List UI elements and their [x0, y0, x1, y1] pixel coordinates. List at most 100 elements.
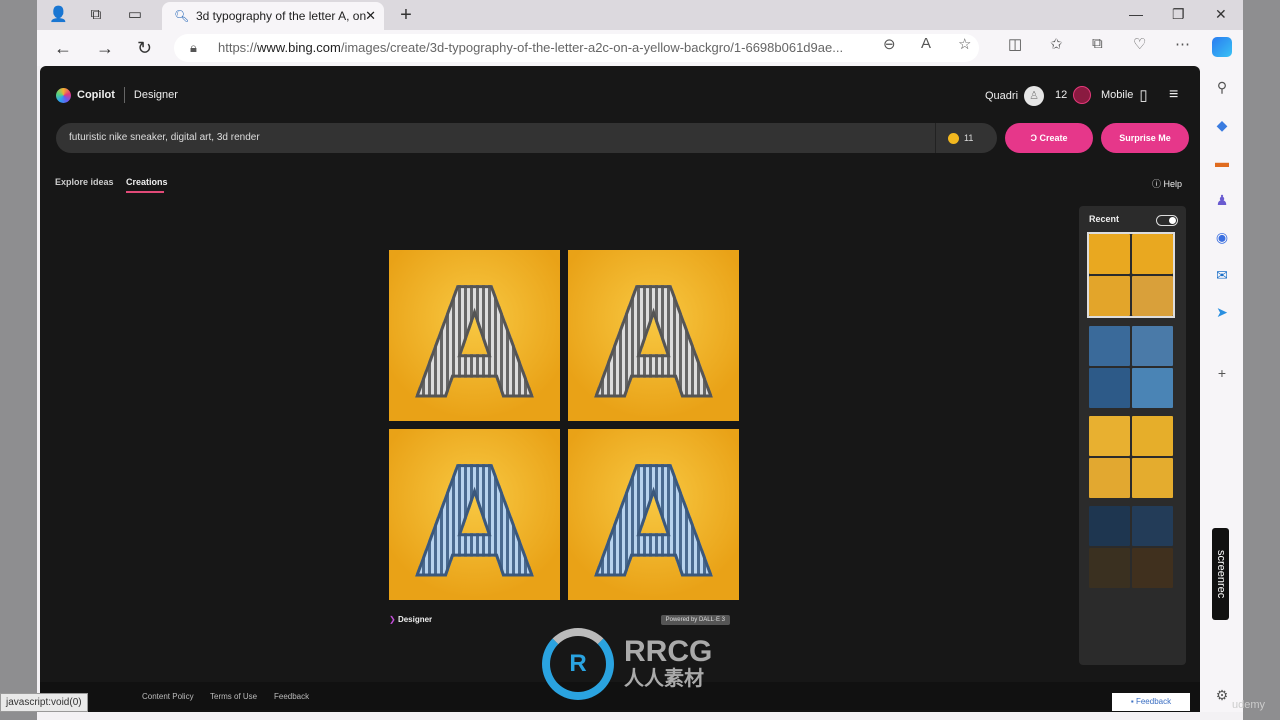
watermark-text: RRCG: [624, 635, 713, 668]
watermark-logo-icon: R: [542, 628, 614, 700]
tab-title: 3d typography of the letter A, on: [196, 9, 367, 23]
generated-image-2[interactable]: A: [568, 250, 739, 421]
prompt-input[interactable]: futuristic nike sneaker, digital art, 3d…: [56, 123, 997, 153]
letter-render: A: [389, 436, 560, 601]
send-icon[interactable]: ➤: [1212, 302, 1232, 322]
recent-toggle[interactable]: [1156, 215, 1178, 226]
settings-icon[interactable]: ⚙: [1212, 685, 1232, 705]
close-tab-icon[interactable]: ✕: [365, 2, 376, 30]
close-window-icon[interactable]: ✕: [1215, 6, 1227, 23]
help-link[interactable]: ⓘ Help: [1152, 177, 1182, 190]
recent-thumb-letter-a[interactable]: [1087, 232, 1175, 318]
create-button[interactable]: Ɔ Create: [1005, 123, 1093, 153]
url-field[interactable]: 🔒︎ https://www.bing.com/images/create/3d…: [174, 34, 979, 62]
lock-icon: 🔒︎: [190, 40, 197, 55]
url-domain: www.bing.com: [257, 40, 341, 55]
avatar: ♙: [1024, 86, 1045, 106]
restore-icon[interactable]: ❐: [1172, 6, 1185, 23]
microsoft365-icon[interactable]: ◉: [1212, 227, 1232, 247]
copilot-logo-icon: [56, 87, 71, 103]
generated-image-4[interactable]: A: [568, 429, 739, 600]
tab-creations[interactable]: Creations: [126, 177, 168, 187]
favorites-icon[interactable]: ✩: [1050, 35, 1063, 53]
search-icon: 🔍︎: [174, 9, 190, 23]
url-prefix: https://: [218, 40, 258, 55]
designer-logo-icon: ❯: [389, 615, 396, 624]
product-name[interactable]: Designer: [134, 89, 178, 101]
profile-icon[interactable]: 👤: [49, 6, 68, 24]
recent-thumb-city[interactable]: [1089, 326, 1173, 408]
zoom-icon[interactable]: ⊖: [883, 35, 896, 53]
recent-panel: Recent: [1079, 206, 1186, 665]
recent-title: Recent: [1089, 214, 1120, 224]
games-icon[interactable]: ♟: [1212, 190, 1232, 210]
letter-render: A: [389, 257, 560, 422]
rewards-count: 12: [1055, 89, 1068, 101]
copilot-icon[interactable]: [1212, 37, 1232, 57]
screenrec-badge: screenrec: [1212, 528, 1229, 620]
create-label: Create: [1039, 133, 1068, 143]
search-icon[interactable]: ⚲: [1212, 77, 1232, 97]
watermark: R RRCG 人人素材: [542, 626, 742, 702]
content-policy-link[interactable]: Content Policy: [142, 692, 194, 701]
help-icon: ⓘ: [1151, 179, 1164, 189]
outlook-icon[interactable]: ✉: [1212, 265, 1232, 285]
boost-count: 11: [964, 133, 974, 143]
workspaces-icon[interactable]: ⧉: [87, 6, 105, 24]
read-aloud-icon[interactable]: A: [921, 35, 931, 52]
phone-icon: ▯: [1139, 87, 1148, 104]
mobile-label: Mobile: [1101, 89, 1134, 101]
url-path: /images/create/3d-typography-of-the-lett…: [340, 40, 844, 55]
rewards[interactable]: 12: [1055, 86, 1092, 104]
designer-label: Designer: [397, 615, 433, 624]
designer-page: Copilot Designer Quadri ♙ 12 Mobile ▯ ≡ fu…: [40, 66, 1200, 712]
refresh-icon[interactable]: ↻: [137, 38, 152, 59]
add-icon[interactable]: +: [1212, 363, 1232, 383]
browser-tab[interactable]: 🔍︎ 3d typography of the letter A, on ✕: [162, 2, 384, 30]
image-grid: A A A A: [389, 250, 739, 600]
hamburger-menu-icon[interactable]: ≡: [1169, 86, 1178, 104]
new-tab-icon[interactable]: +: [397, 5, 415, 25]
prompt-text: futuristic nike sneaker, digital art, 3d…: [69, 132, 260, 143]
user-menu[interactable]: Quadri ♙: [985, 86, 1045, 106]
minimize-icon[interactable]: —: [1129, 6, 1143, 22]
feedback-button[interactable]: ▪ Feedback: [1112, 693, 1190, 711]
tab-bar: 👤 ⧉ ▭ 🔍︎ 3d typography of the letter A, o…: [37, 0, 1243, 30]
user-name: Quadri: [985, 90, 1019, 102]
tools-icon[interactable]: ▬: [1212, 152, 1232, 172]
status-bar-url: javascript:void(0): [0, 693, 88, 712]
letter-render: A: [568, 257, 739, 422]
brand-name[interactable]: Copilot: [77, 89, 115, 101]
collections-icon[interactable]: ⧉: [1092, 35, 1103, 52]
more-icon[interactable]: ⋯: [1175, 35, 1190, 53]
mobile-link[interactable]: Mobile ▯: [1101, 86, 1148, 104]
back-icon[interactable]: ←: [54, 38, 72, 59]
tab-explore-ideas[interactable]: Explore ideas: [55, 177, 114, 187]
boosts: 11: [935, 123, 997, 153]
recent-thumb-night[interactable]: [1089, 506, 1173, 588]
terms-link[interactable]: Terms of Use: [210, 692, 257, 701]
generated-image-3[interactable]: A: [389, 429, 560, 600]
powered-by-badge: Powered by DALL·E 3: [660, 615, 730, 625]
browser-essentials-icon[interactable]: ♡: [1133, 35, 1146, 53]
forward-icon[interactable]: →: [96, 38, 114, 59]
boost-coin-icon: [948, 133, 959, 145]
letter-render: A: [568, 436, 739, 601]
shopping-tag-icon[interactable]: ◆: [1212, 115, 1232, 135]
feedback-link[interactable]: Feedback: [274, 692, 309, 701]
split-screen-icon[interactable]: ◫: [1008, 35, 1022, 53]
surprise-label: Surprise Me: [1119, 133, 1171, 143]
udemy-watermark: udemy: [1232, 699, 1266, 711]
rewards-icon: [1073, 86, 1092, 104]
recent-thumb-statues[interactable]: [1089, 416, 1173, 498]
active-tab-indicator: [126, 191, 164, 193]
address-bar-row: ← → ↻ 🔒︎ https://www.bing.com/images/cre…: [37, 30, 1243, 66]
feedback-button-label: Feedback: [1135, 697, 1172, 706]
favorite-star-icon[interactable]: ☆: [958, 35, 971, 53]
brand: Copilot Designer: [56, 87, 178, 103]
tab-actions-icon[interactable]: ▭: [126, 6, 144, 24]
result-footer: ❯ Designer Powered by DALL·E 3: [389, 615, 730, 625]
surprise-me-button[interactable]: Surprise Me: [1101, 123, 1189, 153]
watermark-subtext: 人人素材: [624, 668, 704, 690]
generated-image-1[interactable]: A: [389, 250, 560, 421]
